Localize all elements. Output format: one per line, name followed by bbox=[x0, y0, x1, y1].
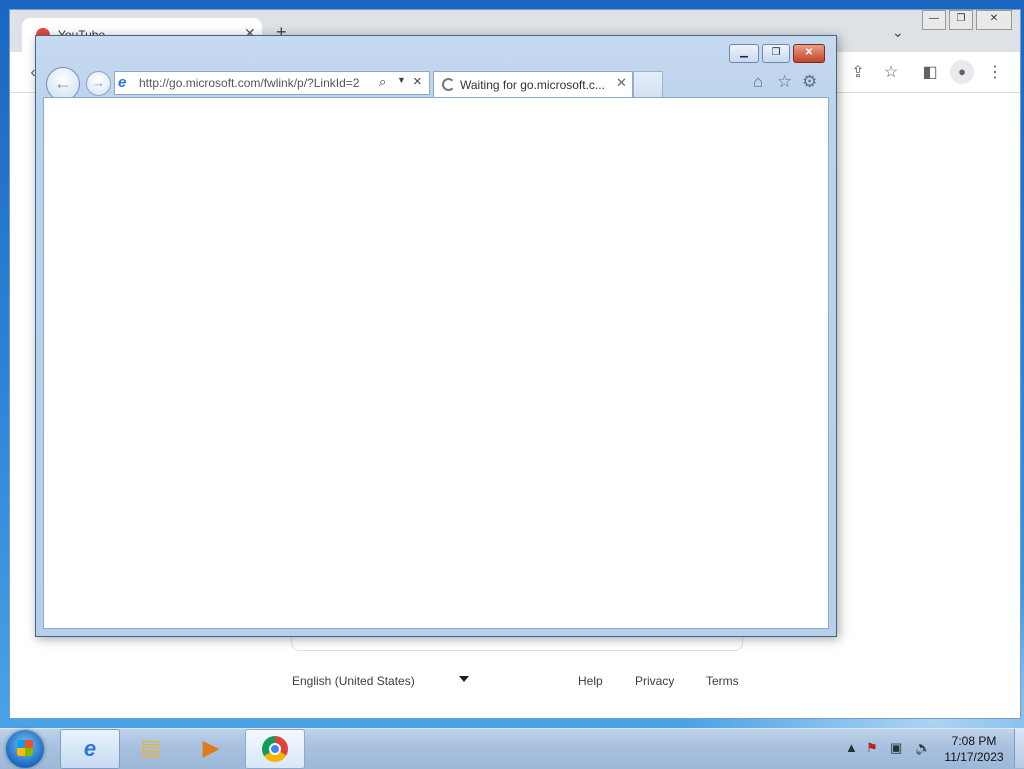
clock-time: 7:08 PM bbox=[951, 734, 997, 748]
bookmark-star-icon[interactable]: ☆ bbox=[880, 62, 902, 84]
profile-avatar-icon[interactable]: ● bbox=[950, 60, 974, 84]
volume-muted-icon[interactable]: 🔈 bbox=[915, 740, 931, 756]
ie-close-button[interactable]: ✕ bbox=[793, 44, 825, 63]
favorites-star-icon[interactable]: ☆ bbox=[777, 72, 792, 92]
clock-date: 11/17/2023 bbox=[944, 750, 1004, 764]
side-panel-icon[interactable]: ◧ bbox=[919, 62, 941, 84]
home-icon[interactable]: ⌂ bbox=[753, 72, 763, 92]
folder-icon: ▤ bbox=[140, 735, 162, 760]
chrome-minimize-button[interactable]: — bbox=[922, 10, 946, 30]
footer-link-privacy[interactable]: Privacy bbox=[635, 674, 674, 688]
taskbar-app-chrome[interactable] bbox=[245, 729, 305, 769]
taskbar-app-internet-explorer[interactable]: e bbox=[60, 729, 120, 769]
taskbar-app-media-player[interactable]: ▶ bbox=[182, 729, 240, 767]
chrome-restore-button[interactable]: ❐ bbox=[949, 10, 973, 30]
ie-new-tab-button[interactable] bbox=[633, 71, 663, 97]
footer-link-help[interactable]: Help bbox=[578, 674, 603, 688]
system-clock[interactable]: 7:08 PM 11/17/2023 bbox=[936, 733, 1012, 765]
start-button[interactable] bbox=[6, 730, 44, 768]
ie-back-button[interactable]: ← bbox=[46, 67, 80, 101]
stop-icon[interactable]: × bbox=[413, 73, 422, 90]
ie-address-url[interactable]: http://go.microsoft.com/fwlink/p/?LinkId… bbox=[139, 76, 375, 90]
ie-tab-title: Waiting for go.microsoft.c... bbox=[460, 78, 605, 92]
show-hidden-icons-icon[interactable]: ▲ bbox=[845, 740, 858, 755]
footer-link-terms[interactable]: Terms bbox=[706, 674, 739, 688]
loading-spinner-icon bbox=[442, 78, 455, 91]
action-center-flag-icon[interactable]: ⚑ bbox=[866, 740, 878, 756]
ie-restore-button[interactable]: ❐ bbox=[762, 44, 790, 63]
share-icon[interactable]: ⇪ bbox=[847, 62, 869, 84]
tools-gear-icon[interactable]: ⚙ bbox=[802, 72, 817, 92]
chrome-menu-icon[interactable]: ⋮ bbox=[984, 62, 1006, 84]
network-icon[interactable]: ▣ bbox=[890, 740, 902, 756]
media-player-icon: ▶ bbox=[202, 735, 220, 760]
ie-tab-close-icon[interactable]: ✕ bbox=[616, 75, 627, 91]
ie-address-bar[interactable]: e http://go.microsoft.com/fwlink/p/?Link… bbox=[114, 71, 430, 95]
chrome-icon bbox=[260, 734, 290, 764]
show-desktop-button[interactable] bbox=[1014, 729, 1024, 768]
language-dropdown-caret-icon[interactable] bbox=[459, 676, 469, 682]
ie-page-icon: e bbox=[118, 74, 127, 91]
search-icon[interactable]: ⌕ bbox=[379, 74, 386, 90]
chrome-close-button[interactable]: ✕ bbox=[976, 10, 1012, 30]
windows-logo-icon bbox=[17, 740, 33, 756]
language-selector[interactable]: English (United States) bbox=[292, 674, 415, 688]
ie-page-content bbox=[43, 97, 829, 629]
internet-explorer-window: ▁ ❐ ✕ ← → e http://go.microsoft.com/fwli… bbox=[35, 35, 837, 637]
address-dropdown-icon[interactable]: ▼ bbox=[397, 75, 406, 85]
taskbar-app-windows-explorer[interactable]: ▤ bbox=[122, 729, 180, 767]
ie-minimize-button[interactable]: ▁ bbox=[729, 44, 759, 63]
ie-tab-loading[interactable]: Waiting for go.microsoft.c... ✕ bbox=[433, 71, 633, 97]
ie-forward-button[interactable]: → bbox=[86, 71, 111, 96]
chrome-tab-search-icon[interactable]: ⌄ bbox=[892, 24, 904, 41]
ie-icon: e bbox=[83, 736, 97, 761]
